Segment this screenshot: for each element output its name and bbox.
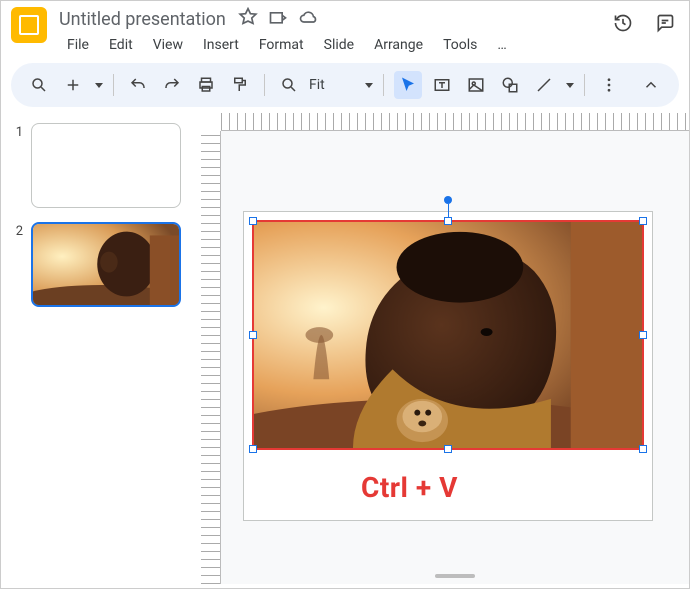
menu-insert[interactable]: Insert <box>195 33 247 57</box>
thumb-image <box>33 224 179 305</box>
pasted-image <box>254 222 642 448</box>
new-slide-button[interactable] <box>59 71 87 99</box>
redo-button[interactable] <box>158 71 186 99</box>
resize-handle-bl[interactable] <box>249 445 257 453</box>
ruler-vertical <box>201 131 221 584</box>
move-icon[interactable] <box>268 7 288 31</box>
toolbar: Fit <box>11 63 679 107</box>
resize-handle-ml[interactable] <box>249 331 257 339</box>
line-tool[interactable] <box>530 71 558 99</box>
resize-handle-br[interactable] <box>639 445 647 453</box>
new-slide-dropdown-icon[interactable] <box>95 83 103 88</box>
paint-format-button[interactable] <box>226 71 254 99</box>
print-button[interactable] <box>192 71 220 99</box>
zoom-icon[interactable] <box>275 71 303 99</box>
slide-thumbnails-panel: 1 2 <box>1 113 201 584</box>
menu-format[interactable]: Format <box>251 33 312 57</box>
line-dropdown-icon[interactable] <box>566 83 574 88</box>
resize-handle-mr[interactable] <box>639 331 647 339</box>
menu-edit[interactable]: Edit <box>101 33 141 57</box>
rotation-handle[interactable] <box>444 196 452 204</box>
search-icon[interactable] <box>25 71 53 99</box>
thumb-number: 1 <box>9 123 23 140</box>
image-tool[interactable] <box>462 71 490 99</box>
textbox-tool[interactable] <box>428 71 456 99</box>
undo-button[interactable] <box>124 71 152 99</box>
resize-handle-tl[interactable] <box>249 217 257 225</box>
star-icon[interactable] <box>238 7 258 31</box>
slide-thumbnail-1[interactable] <box>31 123 181 208</box>
speaker-notes-handle[interactable] <box>435 574 475 578</box>
shape-tool[interactable] <box>496 71 524 99</box>
selected-image[interactable] <box>252 220 644 450</box>
menu-more[interactable]: … <box>489 33 514 57</box>
history-icon[interactable] <box>613 13 633 37</box>
menu-arrange[interactable]: Arrange <box>366 33 431 57</box>
doc-title[interactable]: Untitled presentation <box>59 9 226 30</box>
collapse-toolbar-icon[interactable] <box>637 71 665 99</box>
ruler-horizontal <box>221 113 689 131</box>
slides-app-icon[interactable] <box>11 7 47 43</box>
slide-thumbnail-2[interactable] <box>31 222 181 307</box>
annotation-shortcut: Ctrl + V <box>361 471 458 504</box>
chevron-down-icon <box>365 83 373 88</box>
menu-view[interactable]: View <box>145 33 191 57</box>
resize-handle-tr[interactable] <box>639 217 647 225</box>
slide-canvas[interactable]: Ctrl + V <box>221 131 689 584</box>
cloud-status-icon[interactable] <box>298 7 318 31</box>
menu-slide[interactable]: Slide <box>316 33 362 57</box>
zoom-select[interactable]: Fit <box>309 77 373 93</box>
resize-handle-bm[interactable] <box>444 445 452 453</box>
more-tools-icon[interactable] <box>595 71 623 99</box>
menu-tools[interactable]: Tools <box>435 33 485 57</box>
menu-bar: File Edit View Insert Format Slide Arran… <box>59 33 613 57</box>
thumb-number: 2 <box>9 222 23 239</box>
menu-file[interactable]: File <box>59 33 97 57</box>
select-tool[interactable] <box>394 71 422 99</box>
resize-handle-tm[interactable] <box>444 217 452 225</box>
comments-icon[interactable] <box>655 13 675 37</box>
